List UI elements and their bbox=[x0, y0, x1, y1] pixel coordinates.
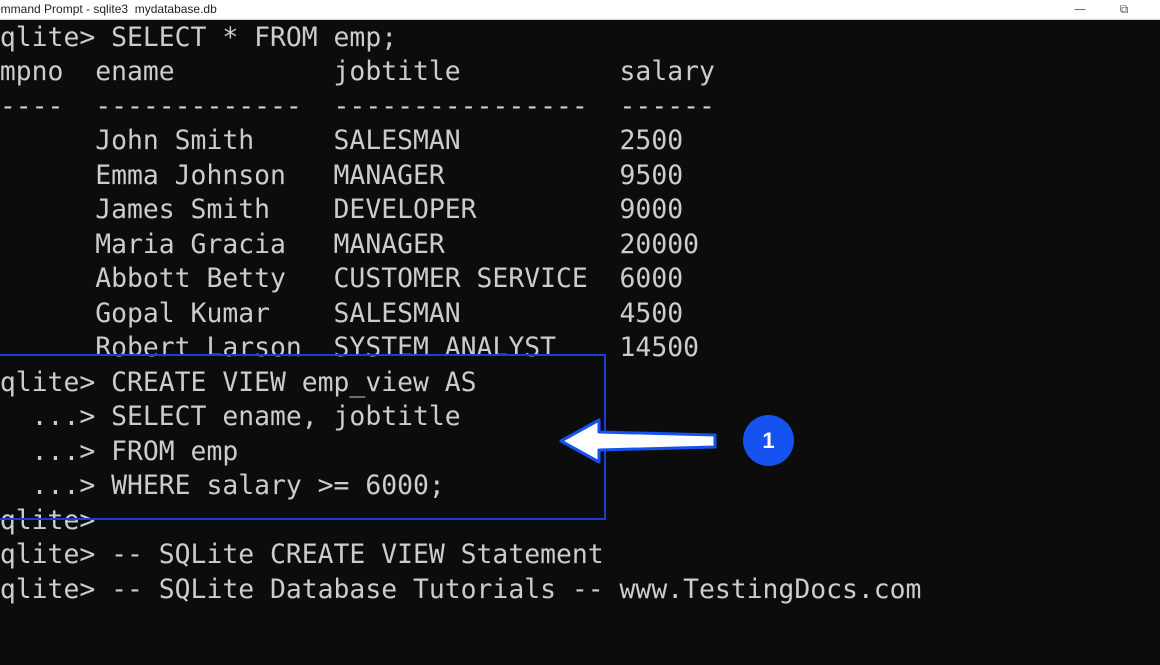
console-line: ...> FROM emp bbox=[0, 436, 239, 467]
window-title: ommand Prompt - sqlite3 mydatabase.db bbox=[0, 2, 217, 16]
restore-button[interactable]: ⧉ bbox=[1106, 0, 1142, 20]
console-line: empno ename jobtitle salary bbox=[0, 56, 715, 87]
minimize-button[interactable]: — bbox=[1062, 0, 1098, 20]
console-line: Abbott Betty CUSTOMER SERVICE 6000 bbox=[0, 263, 684, 294]
console-line: Gopal Kumar SALESMAN 4500 bbox=[0, 298, 684, 329]
console-line: Maria Gracia MANAGER 20000 bbox=[0, 229, 699, 260]
console-line: sqlite> -- SQLite Database Tutorials -- … bbox=[0, 574, 922, 605]
console-line: ...> SELECT ename, jobtitle bbox=[0, 401, 461, 432]
console-line: ...> WHERE salary >= 6000; bbox=[0, 470, 445, 501]
console-line: James Smith DEVELOPER 9000 bbox=[0, 194, 684, 225]
console-line: Emma Johnson MANAGER 9500 bbox=[0, 160, 684, 191]
title-bar[interactable]: ommand Prompt - sqlite3 mydatabase.db — … bbox=[0, 0, 1160, 20]
console-line: sqlite> CREATE VIEW emp_view AS bbox=[0, 367, 477, 398]
console-line: sqlite> bbox=[0, 505, 96, 536]
console-line: sqlite> -- SQLite CREATE VIEW Statement bbox=[0, 539, 604, 570]
console-output[interactable]: sqlite> SELECT * FROM emp; empno ename j… bbox=[0, 21, 1160, 665]
console-line: Robert Larson SYSTEM ANALYST 14500 bbox=[0, 332, 699, 363]
callout-badge: 1 bbox=[743, 415, 794, 466]
console-line: John Smith SALESMAN 2500 bbox=[0, 125, 684, 156]
console-line: ----- ------------- ---------------- ---… bbox=[0, 91, 715, 122]
console-line: sqlite> SELECT * FROM emp; bbox=[0, 22, 398, 53]
callout-arrow-icon bbox=[559, 418, 717, 464]
command-prompt-window: ommand Prompt - sqlite3 mydatabase.db — … bbox=[0, 0, 1160, 665]
